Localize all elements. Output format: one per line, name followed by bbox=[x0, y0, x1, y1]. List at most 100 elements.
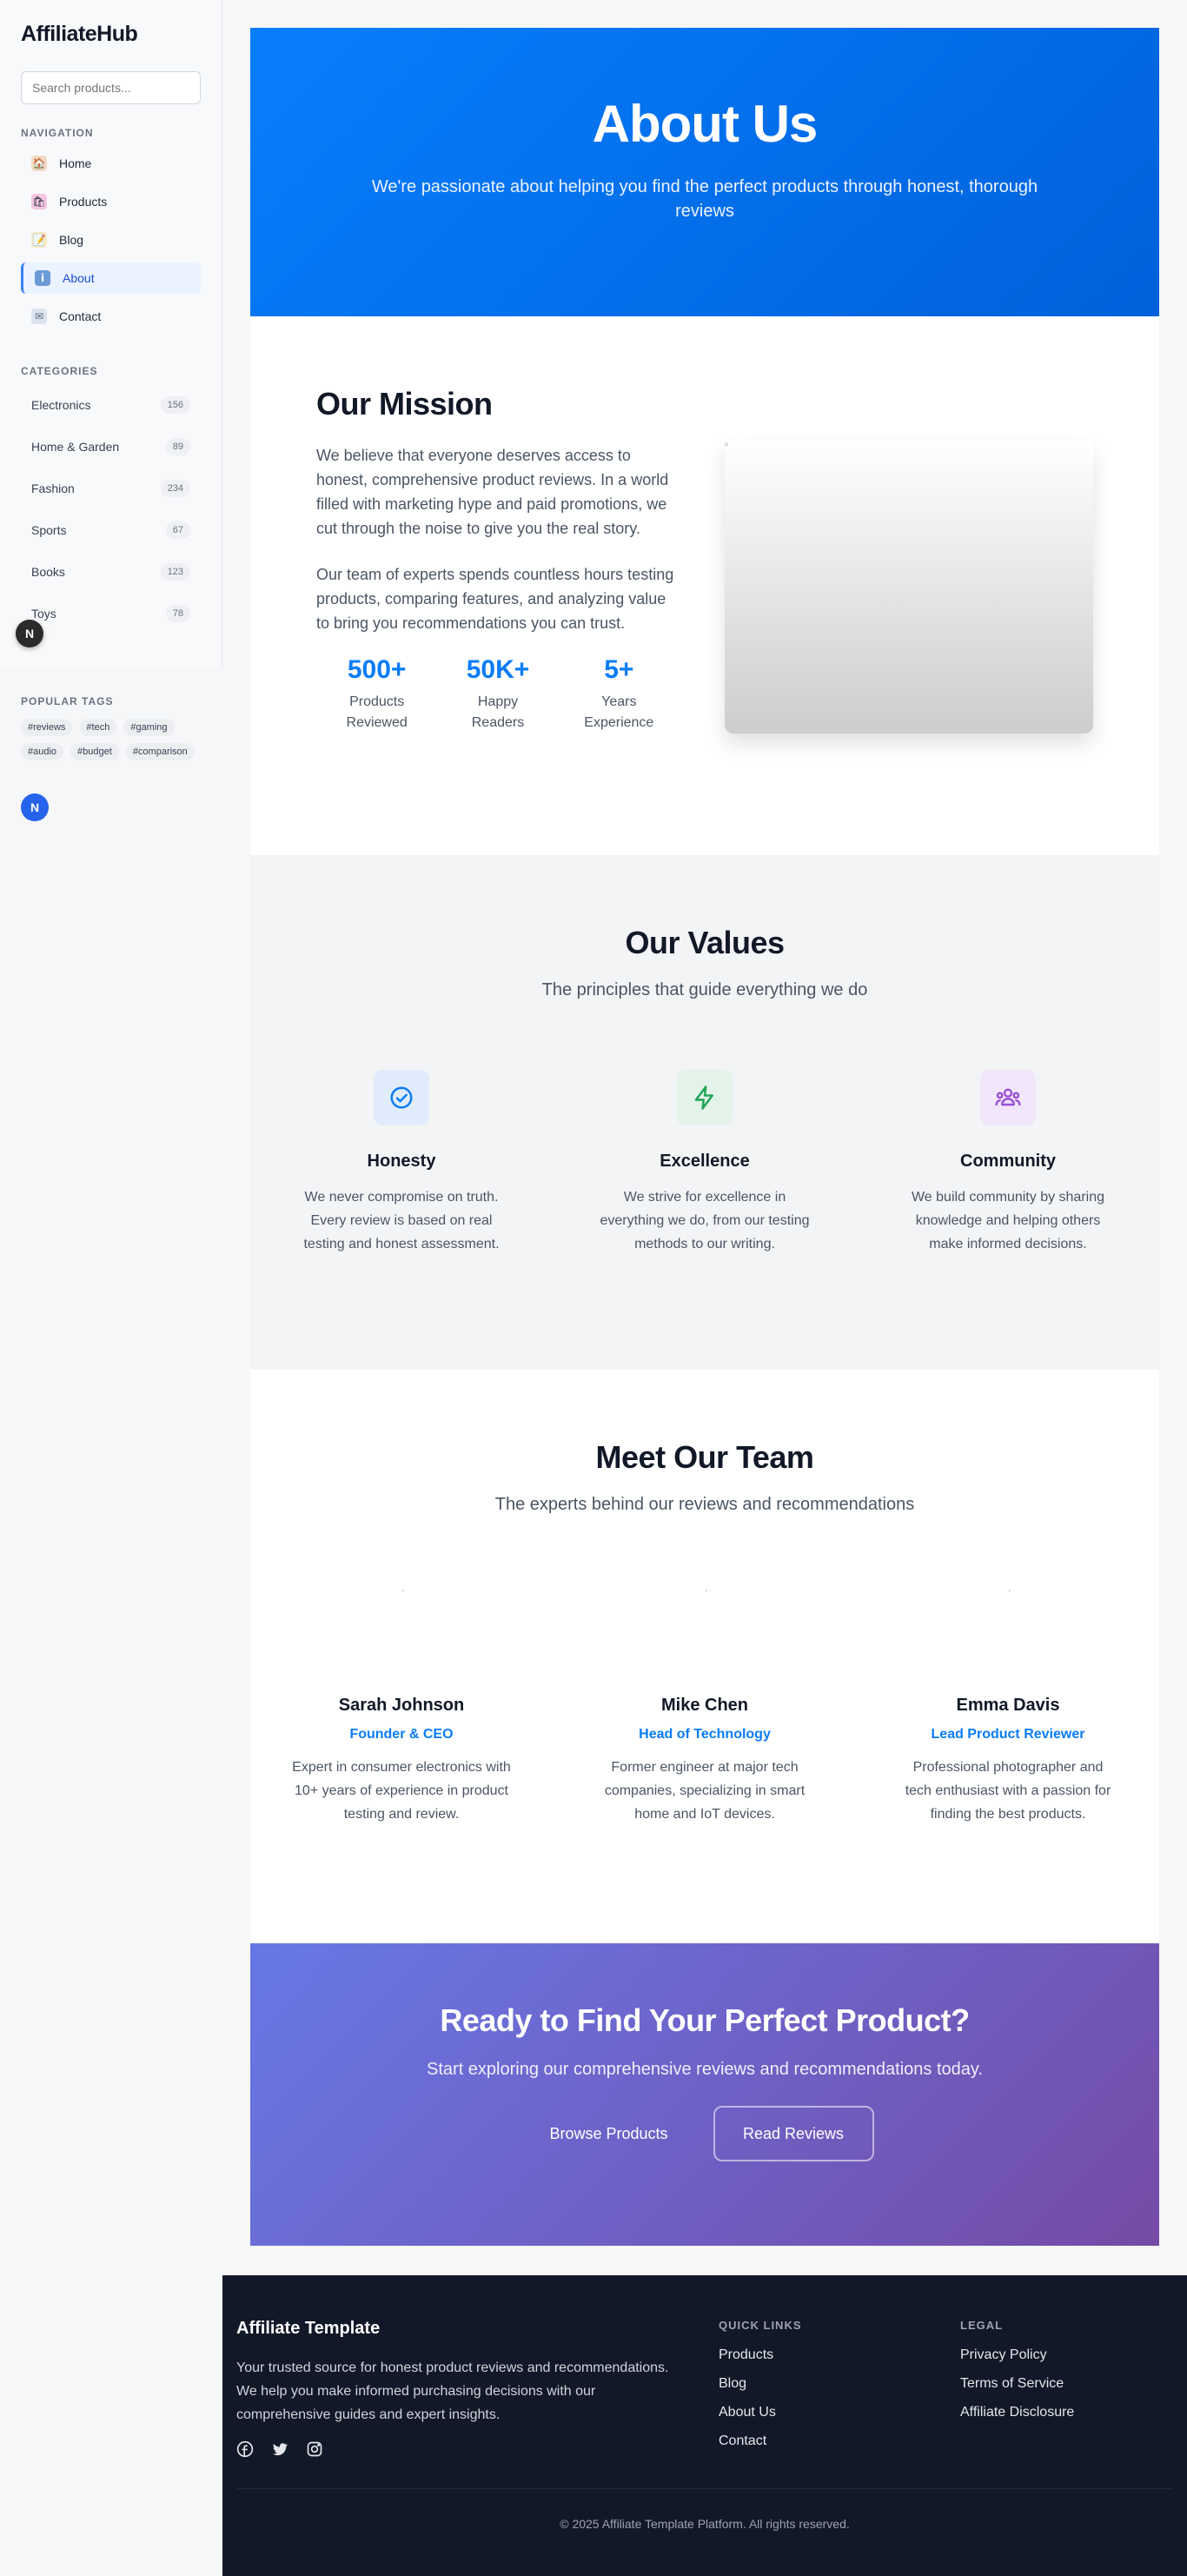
category-toys[interactable]: Toys 78 bbox=[21, 596, 201, 631]
category-label: Electronics bbox=[31, 398, 91, 412]
sidebar: AffiliateHub NAVIGATION 🏠 Home 🛍 Product… bbox=[0, 0, 222, 667]
category-books[interactable]: Books 123 bbox=[21, 554, 201, 589]
envelope-icon: ✉ bbox=[31, 309, 47, 324]
nav-item-label: Contact bbox=[59, 309, 102, 323]
hero-section: About Us We're passionate about helping … bbox=[250, 28, 1159, 316]
category-fashion[interactable]: Fashion 234 bbox=[21, 471, 201, 506]
tag-item[interactable]: #reviews bbox=[21, 719, 73, 736]
category-list: Electronics 156 Home & Garden 89 Fashion 23… bbox=[21, 388, 201, 631]
browse-products-button[interactable]: Browse Products bbox=[535, 2125, 681, 2143]
footer-link[interactable]: Products bbox=[719, 2347, 802, 2376]
footer-link[interactable]: Terms of Service bbox=[960, 2376, 1074, 2405]
home-icon: 🏠 bbox=[31, 156, 47, 171]
nav-item-label: Blog bbox=[59, 233, 84, 247]
popular-tags: POPULAR TAGS #reviews #tech #gaming #aud… bbox=[21, 695, 203, 760]
values-section: Our Values The principles that guide eve… bbox=[250, 855, 1159, 1370]
footer-link[interactable]: About Us bbox=[719, 2405, 802, 2433]
footer-link[interactable]: Blog bbox=[719, 2376, 802, 2405]
cta-buttons: Browse Products Read Reviews bbox=[250, 2106, 1159, 2161]
category-count: 156 bbox=[160, 396, 190, 414]
tag-item[interactable]: #audio bbox=[21, 743, 64, 760]
member-name: Mike Chen bbox=[660, 1696, 749, 1715]
member-role: Head of Technology bbox=[639, 1727, 771, 1742]
member-name: Sarah Johnson bbox=[338, 1696, 465, 1715]
nav-item-products[interactable]: 🛍 Products bbox=[21, 186, 201, 217]
cta-subtitle: Start exploring our comprehensive review… bbox=[427, 2060, 983, 2079]
cta-section: Ready to Find Your Perfect Product? Star… bbox=[250, 1943, 1159, 2246]
nav-item-home[interactable]: 🏠 Home bbox=[21, 148, 201, 179]
twitter-icon[interactable] bbox=[271, 2440, 288, 2462]
stat-label: Years Experience bbox=[584, 694, 654, 730]
footer-description: Your trusted source for honest product r… bbox=[236, 2360, 669, 2422]
member-bio: Professional photographer and tech enthu… bbox=[905, 1760, 1111, 1822]
footer-link-list: Privacy Policy Terms of Service Affiliat… bbox=[960, 2347, 1074, 2433]
facebook-icon[interactable] bbox=[236, 2440, 254, 2462]
stat-item: 50K+ Happy Readers bbox=[437, 655, 558, 734]
instagram-icon[interactable] bbox=[306, 2440, 323, 2462]
nav-list: 🏠 Home 🛍 Products 📝 Blog i About ✉ Conta… bbox=[21, 148, 201, 332]
stat-label: Products Reviewed bbox=[346, 694, 408, 730]
category-home-garden[interactable]: Home & Garden 89 bbox=[21, 429, 201, 464]
member-bio: Former engineer at major tech companies,… bbox=[604, 1760, 806, 1822]
mission-section: Our Mission We believe that everyone des… bbox=[250, 316, 1159, 855]
footer-column-heading: LEGAL bbox=[960, 2319, 1004, 2332]
footer-column-heading: QUICK LINKS bbox=[719, 2319, 802, 2332]
nav-section-label: NAVIGATION bbox=[21, 127, 94, 139]
tag-item[interactable]: #gaming bbox=[123, 719, 175, 736]
nav-item-label: About bbox=[63, 271, 95, 285]
mission-title: Our Mission bbox=[316, 386, 493, 422]
tags-section-label: POPULAR TAGS bbox=[21, 695, 114, 707]
category-count: 78 bbox=[165, 605, 190, 622]
tag-list: #reviews #tech #gaming #audio #budget #c… bbox=[21, 719, 203, 760]
category-label: Fashion bbox=[31, 481, 75, 495]
memo-icon: 📝 bbox=[31, 232, 47, 248]
member-photo: ˏ bbox=[292, 1583, 511, 1696]
broken-image-icon: ▫ bbox=[725, 438, 729, 450]
mission-image: ▫ bbox=[725, 438, 1093, 734]
category-sports[interactable]: Sports 67 bbox=[21, 513, 201, 548]
team-member-card: ˏ Emma Davis Lead Product Reviewer Profe… bbox=[899, 1583, 1117, 1826]
search-input[interactable] bbox=[21, 71, 201, 104]
site-logo[interactable]: AffiliateHub bbox=[21, 22, 201, 47]
category-label: Home & Garden bbox=[31, 440, 120, 454]
categories-section-label: CATEGORIES bbox=[21, 365, 98, 377]
lightning-icon bbox=[677, 1070, 733, 1125]
footer: Affiliate Template Your trusted source f… bbox=[222, 2275, 1187, 2576]
team-member-card: ˏ Mike Chen Head of Technology Former en… bbox=[595, 1583, 814, 1826]
footer-link[interactable]: Affiliate Disclosure bbox=[960, 2405, 1074, 2433]
nav-item-about[interactable]: i About bbox=[21, 262, 201, 294]
tag-item[interactable]: #tech bbox=[79, 719, 117, 736]
stat-value: 50K+ bbox=[466, 655, 530, 684]
broken-image-icon: ˏ bbox=[705, 1583, 708, 1592]
value-text: We strive for excellence in everything w… bbox=[600, 1190, 810, 1251]
dev-tools-badge[interactable]: N bbox=[16, 620, 43, 647]
stats-row: 500+ Products Reviewed 50K+ Happy Reader… bbox=[316, 655, 680, 734]
nav-item-contact[interactable]: ✉ Contact bbox=[21, 301, 201, 332]
values-row: Honesty We never compromise on truth. Ev… bbox=[250, 1070, 1159, 1256]
member-role: Lead Product Reviewer bbox=[931, 1727, 1085, 1742]
read-reviews-button[interactable]: Read Reviews bbox=[713, 2106, 874, 2161]
category-count: 67 bbox=[165, 521, 190, 539]
tag-item[interactable]: #comparison bbox=[125, 743, 195, 760]
footer-link[interactable]: Contact bbox=[719, 2433, 802, 2462]
stat-value: 500+ bbox=[347, 655, 407, 684]
cta-title: Ready to Find Your Perfect Product? bbox=[440, 2002, 970, 2038]
nav-item-blog[interactable]: 📝 Blog bbox=[21, 224, 201, 256]
category-count: 234 bbox=[160, 480, 190, 497]
check-circle-icon bbox=[374, 1070, 429, 1125]
page-title: About Us bbox=[592, 95, 819, 153]
stat-label: Happy Readers bbox=[471, 694, 525, 730]
team-title: Meet Our Team bbox=[595, 1439, 814, 1475]
footer-link[interactable]: Privacy Policy bbox=[960, 2347, 1074, 2376]
value-card-community: Community We build community by sharing … bbox=[899, 1070, 1117, 1256]
category-label: Books bbox=[31, 565, 65, 579]
category-label: Toys bbox=[31, 607, 56, 621]
team-member-card: ˏ Sarah Johnson Founder & CEO Expert in … bbox=[292, 1583, 511, 1826]
member-bio: Expert in consumer electronics with 10+ … bbox=[292, 1760, 511, 1822]
category-count: 89 bbox=[165, 438, 190, 455]
mission-paragraph: Our team of experts spends countless hou… bbox=[316, 566, 674, 632]
tag-item[interactable]: #budget bbox=[70, 743, 119, 760]
category-electronics[interactable]: Electronics 156 bbox=[21, 388, 201, 422]
social-links bbox=[236, 2440, 323, 2462]
user-avatar[interactable]: N bbox=[21, 793, 49, 821]
